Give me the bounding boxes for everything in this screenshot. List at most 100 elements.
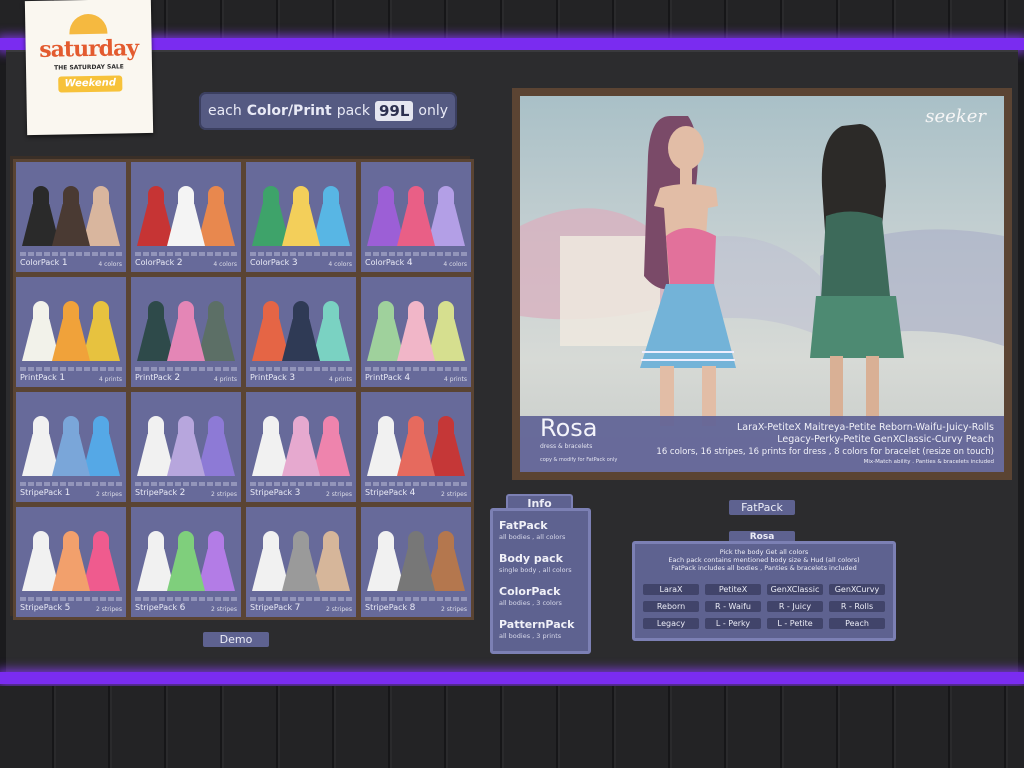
pack-name: StripePack 7	[250, 603, 301, 613]
product-permissions: copy & modify for FatPack only	[540, 457, 618, 463]
pack-name: StripePack 1	[20, 488, 71, 498]
tile-fine-print	[135, 367, 237, 371]
body-button[interactable]: Reborn	[643, 601, 699, 612]
wall-slats-top	[0, 0, 1024, 40]
tile-fine-print	[135, 252, 237, 256]
tile-fine-print	[20, 597, 122, 601]
pack-name: StripePack 3	[250, 488, 301, 498]
hero-poster[interactable]: seeker Rosa dress & bracelets copy & mod…	[512, 88, 1012, 480]
fatpack-button[interactable]: FatPack	[729, 500, 795, 515]
price-banner: each Color/Print pack 99L only	[199, 92, 457, 130]
hero-scene: seeker Rosa dress & bracelets copy & mod…	[520, 96, 1004, 472]
info-item-sub: all bodies , all colors	[499, 533, 566, 541]
pack-count: 2 stripes	[441, 606, 467, 613]
pack-count: 4 prints	[329, 376, 352, 383]
product-subtitle: dress & bracelets	[540, 443, 593, 450]
tile-fine-print	[20, 482, 122, 486]
tile-fine-print	[20, 367, 122, 371]
price-amount: 99L	[374, 101, 414, 121]
pack-tile[interactable]: PrintPack 3 4 prints	[243, 274, 359, 390]
dress-thumbnail	[167, 301, 205, 361]
panel-fatpack-info: FatPack includes all bodies , Panties & …	[671, 564, 857, 572]
pack-tile[interactable]: StripePack 4 2 stripes	[358, 389, 474, 505]
demo-button[interactable]: Demo	[203, 632, 269, 647]
dress-thumbnail	[282, 416, 320, 476]
pack-tile[interactable]: StripePack 7 2 stripes	[243, 504, 359, 620]
pack-name: StripePack 5	[20, 603, 71, 613]
dress-thumbnail	[397, 186, 435, 246]
body-button[interactable]: R - Rolls	[829, 601, 885, 612]
logo-title: saturday	[39, 35, 139, 63]
body-button[interactable]: L - Perky	[705, 618, 761, 629]
dress-thumbnail	[397, 301, 435, 361]
dress-thumbnail	[52, 531, 90, 591]
pack-grid: ColorPack 14 colors ColorPack 24 colors Co…	[10, 156, 474, 620]
price-suffix: only	[418, 103, 449, 119]
body-selector-panel: Pick the body Get all colors Each pack c…	[632, 541, 896, 641]
pack-name: PrintPack 2	[135, 373, 181, 383]
pack-name: StripePack 8	[365, 603, 416, 613]
body-button[interactable]: LaraX	[643, 584, 699, 595]
pack-tile[interactable]: StripePack 8 2 stripes	[358, 504, 474, 620]
product-details: LaraX-PetiteX Maitreya-Petite Reborn-Wai…	[656, 422, 994, 466]
saturday-sale-logo[interactable]: saturday THE SATURDAY SALE Weekend	[24, 0, 154, 136]
pack-count: 4 colors	[443, 261, 467, 268]
dress-thumbnail	[397, 531, 435, 591]
info-item-title: PatternPack	[499, 618, 575, 631]
tile-fine-print	[250, 252, 352, 256]
tile-fine-print	[135, 482, 237, 486]
pack-tile[interactable]: ColorPack 2 4 colors	[128, 159, 244, 275]
pack-tile[interactable]: ColorPack 4 4 colors	[358, 159, 474, 275]
body-button[interactable]: Legacy	[643, 618, 699, 629]
body-button[interactable]: Peach	[829, 618, 885, 629]
tile-fine-print	[365, 252, 467, 256]
pack-tile[interactable]: PrintPack 2 4 prints	[128, 274, 244, 390]
price-prefix: each	[207, 103, 242, 119]
pack-count: 2 stripes	[326, 491, 352, 498]
dress-thumbnail	[167, 186, 205, 246]
logo-tagline: THE SATURDAY SALE	[54, 63, 124, 72]
pack-name: StripePack 6	[135, 603, 186, 613]
pack-tile[interactable]: StripePack 6 2 stripes	[128, 504, 244, 620]
note-line: Mix-Match ability . Panties & bracelets …	[863, 459, 994, 465]
pack-tile[interactable]: StripePack 5 2 stripes	[13, 504, 129, 620]
pack-count: 2 stripes	[211, 606, 237, 613]
bodies-line-2: Legacy-Perky-Petite GenXClassic-Curvy Pe…	[777, 434, 994, 445]
pack-count: 4 prints	[444, 376, 467, 383]
body-button[interactable]: GenXClassic	[767, 584, 823, 595]
dress-thumbnail	[397, 416, 435, 476]
pack-tile[interactable]: StripePack 3 2 stripes	[243, 389, 359, 505]
body-button[interactable]: L - Petite	[767, 618, 823, 629]
pack-tile[interactable]: StripePack 1 2 stripes	[13, 389, 129, 505]
body-button[interactable]: PetiteX	[705, 584, 761, 595]
panel-pack-info: Each pack contains mentioned body size &…	[668, 556, 860, 564]
pack-name: ColorPack 2	[135, 258, 183, 268]
dress-thumbnail	[282, 186, 320, 246]
pack-name: ColorPack 3	[250, 258, 298, 268]
pack-tile[interactable]: StripePack 2 2 stripes	[128, 389, 244, 505]
info-panel: FatPack all bodies , all colors Body pac…	[490, 508, 591, 654]
info-item-sub: all bodies , 3 prints	[499, 632, 562, 640]
tile-fine-print	[250, 367, 352, 371]
body-button[interactable]: R - Waifu	[705, 601, 761, 612]
tile-fine-print	[250, 482, 352, 486]
pack-count: 4 prints	[99, 376, 122, 383]
brand-watermark: seeker	[925, 106, 986, 127]
dress-thumbnail	[167, 531, 205, 591]
pack-count: 2 stripes	[211, 491, 237, 498]
body-button[interactable]: R - Juicy	[767, 601, 823, 612]
pack-name: PrintPack 3	[250, 373, 296, 383]
price-mid: pack	[336, 103, 370, 119]
tile-fine-print	[365, 597, 467, 601]
pack-tile[interactable]: ColorPack 1 4 colors	[13, 159, 129, 275]
pack-count: 4 colors	[98, 261, 122, 268]
pack-tile[interactable]: PrintPack 1 4 prints	[13, 274, 129, 390]
pack-name: PrintPack 4	[365, 373, 411, 383]
pack-count: 4 colors	[328, 261, 352, 268]
dress-thumbnail	[52, 186, 90, 246]
body-button[interactable]: GenXCurvy	[829, 584, 885, 595]
panel-instruction: Pick the body Get all colors	[719, 548, 809, 556]
pack-tile[interactable]: PrintPack 4 4 prints	[358, 274, 474, 390]
pack-count: 4 colors	[213, 261, 237, 268]
pack-tile[interactable]: ColorPack 3 4 colors	[243, 159, 359, 275]
